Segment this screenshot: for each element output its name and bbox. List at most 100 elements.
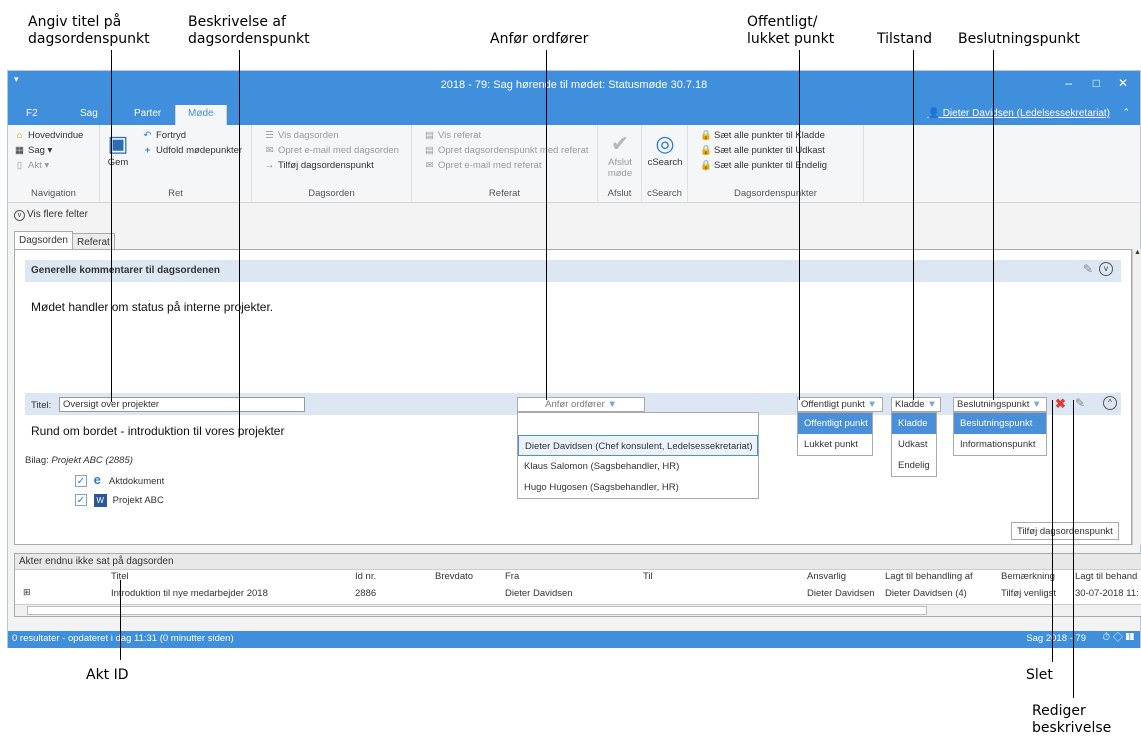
tab-parter[interactable]: Parter	[134, 108, 161, 119]
state-list: Kladde Udkast Endelig	[891, 412, 937, 477]
sag-button[interactable]: ▦ Sag ▾	[14, 145, 52, 156]
tab-mode[interactable]: Møde	[175, 105, 227, 125]
collapse-ribbon-icon[interactable]: ⌃	[1122, 107, 1130, 118]
csearch-button[interactable]: ◎ cSearch	[646, 131, 684, 168]
title-input[interactable]: Oversigt over projekter	[59, 397, 305, 412]
state-dropdown[interactable]: Kladde ▼	[891, 397, 941, 412]
edit-icon[interactable]: ✎	[1083, 262, 1093, 276]
chevron-down-icon: v	[14, 210, 25, 221]
ordforer-option[interactable]: Klaus Salomon (Sagsbehandler, HR)	[518, 456, 758, 477]
ie-document-icon: e	[93, 472, 101, 487]
decision-option[interactable]: Beslutningspunkt	[954, 413, 1046, 434]
decision-dropdown[interactable]: Beslutningspunkt ▼	[953, 397, 1047, 412]
tab-referat[interactable]: Referat	[72, 233, 115, 249]
maximize-icon[interactable]: □	[1093, 76, 1100, 90]
scroll-up-icon[interactable]: ▲	[1134, 249, 1141, 256]
ordforer-option[interactable]: Dieter Davidsen (Chef konsulent, Ledelse…	[518, 435, 758, 456]
table-cell[interactable]: Tilføj venligst	[1001, 588, 1056, 599]
attachment-row[interactable]: ✓ W Projekt ABC	[75, 494, 164, 507]
saet-endelig-button[interactable]: 🔒 Sæt alle punkter til Endelig	[700, 160, 827, 171]
checkbox[interactable]: ✓	[75, 475, 87, 487]
table-cell[interactable]: 30-07-2018 11:	[1075, 588, 1139, 599]
status-bar: 0 resultater - opdateret i dag 11:31 (0 …	[8, 631, 1140, 648]
checkbox[interactable]: ✓	[75, 494, 87, 506]
callout-titel: Angiv titel på dagsordenspunkt	[28, 14, 150, 47]
minimize-icon[interactable]: –	[1065, 76, 1072, 90]
lock-icon: 🔒	[700, 130, 712, 141]
public-dropdown[interactable]: Offentligt punkt ▼	[797, 397, 883, 412]
expand-row-icon[interactable]: ⊞	[23, 587, 31, 598]
column-header[interactable]: Id nr.	[355, 571, 376, 582]
callout-line	[1073, 400, 1074, 698]
column-header[interactable]: Lagt til behand	[1075, 571, 1137, 582]
add-agenda-item-button[interactable]: Tilføj dagsordenspunkt	[1011, 522, 1119, 540]
view-minutes-icon: ▤	[425, 130, 434, 141]
table-cell[interactable]: Dieter Davidsen (4)	[885, 588, 967, 599]
column-header[interactable]: Bemærkning	[1001, 571, 1055, 582]
tab-f2[interactable]: F2	[26, 108, 38, 119]
akter-grid: Akter endnu ikke sat på dagsorden Titel …	[14, 553, 1141, 617]
general-comment-text[interactable]: Mødet handler om status på interne proje…	[31, 300, 273, 314]
table-cell[interactable]: Introduktion til nye medarbejder 2018	[111, 588, 268, 599]
callout-slet: Slet	[1026, 667, 1053, 683]
vis-referat-button[interactable]: ▤ Vis referat	[424, 130, 481, 141]
tilfoej-dagsordenspunkt-button[interactable]: → Tilføj dagsordenspunkt	[264, 160, 374, 171]
decision-option[interactable]: Informationspunkt	[954, 434, 1046, 455]
email-dagsorden-button[interactable]: ✉ Opret e-mail med dagsorden	[264, 145, 399, 156]
user-link[interactable]: 👤 Dieter Davidsen (Ledelsessekretariat)	[927, 108, 1110, 119]
dropdown-arrow-icon: ▼	[607, 399, 617, 410]
dropdown-arrow-icon: ▼	[1032, 399, 1042, 410]
item-description[interactable]: Rund om bordet - introduktion til vores …	[31, 424, 284, 438]
ordforer-option[interactable]: Hugo Hugosen (Sagsbehandler, HR)	[518, 477, 758, 498]
group-title-dagsordenspunkter: Dagsordenspunkter	[734, 188, 817, 199]
attachment-row[interactable]: ✓ e Aktdokument	[75, 472, 164, 487]
public-option[interactable]: Offentligt punkt	[798, 413, 872, 434]
akt-button[interactable]: ▯ Akt ▾	[14, 160, 49, 171]
callout-ordforer: Anfør ordfører	[490, 31, 589, 47]
public-option[interactable]: Lukket punkt	[798, 434, 872, 455]
document-icon: ▯	[16, 160, 23, 171]
table-cell[interactable]: Dieter Davidsen	[505, 588, 573, 599]
opret-punkt-referat-button[interactable]: ▤ Opret dagsordenspunkt med referat	[424, 145, 589, 156]
state-option[interactable]: Kladde	[892, 413, 936, 434]
edit-description-icon[interactable]: ✎	[1075, 396, 1085, 410]
table-cell[interactable]: Dieter Davidsen	[807, 588, 875, 599]
collapse-icon[interactable]: v	[1099, 262, 1113, 276]
close-icon[interactable]: ✕	[1118, 76, 1128, 90]
group-dagsorden: ☰ Vis dagsorden ✉ Opret e-mail med dagsord…	[252, 125, 412, 203]
column-header[interactable]: Ansvarlig	[807, 571, 846, 582]
panel-scrollbar[interactable]: ▲ ▼	[1132, 249, 1141, 559]
saet-udkast-button[interactable]: 🔒 Sæt alle punkter til Udkast	[700, 145, 825, 156]
lock-icon: 🔒	[700, 145, 712, 156]
callout-line	[1052, 400, 1053, 662]
plus-icon: +	[144, 145, 151, 156]
udfold-button[interactable]: + Udfold mødepunkter	[142, 145, 242, 156]
column-header[interactable]: Brevdato	[435, 571, 473, 582]
column-header[interactable]: Lagt til behandling af	[885, 571, 973, 582]
email-referat-button[interactable]: ✉ Opret e-mail med referat	[424, 160, 542, 171]
horizontal-scrollbar[interactable]	[15, 604, 1141, 616]
state-option[interactable]: Udkast	[892, 434, 936, 455]
table-cell[interactable]: 2886	[355, 588, 376, 599]
general-comments-header: Generelle kommentarer til dagsordenen ✎ …	[25, 260, 1121, 282]
vis-flere-felter-toggle[interactable]: v Vis flere felter	[14, 209, 88, 221]
afslut-mode-button[interactable]: ✔ Afslut møde	[602, 131, 638, 179]
column-header[interactable]: Til	[643, 571, 653, 582]
collapse-item-icon[interactable]: ^	[1103, 396, 1117, 410]
gem-button[interactable]: ▣ Gem	[106, 131, 130, 168]
tab-sag[interactable]: Sag	[80, 108, 98, 119]
state-option[interactable]: Endelig	[892, 455, 936, 476]
delete-icon[interactable]: ✖	[1055, 396, 1066, 412]
tab-dagsorden[interactable]: Dagsorden	[14, 231, 73, 249]
ordforer-dropdown[interactable]: Anfør ordfører ▼	[517, 397, 645, 412]
saet-kladde-button[interactable]: 🔒 Sæt alle punkter til Kladde	[700, 130, 825, 141]
public-list: Offentligt punkt Lukket punkt	[797, 412, 873, 456]
column-header[interactable]: Fra	[505, 571, 519, 582]
hovedvindue-button[interactable]: ⌂ Hovedvindue	[14, 130, 84, 141]
callout-beskrivelse: Beskrivelse af dagsordenspunkt	[188, 14, 310, 47]
undo-icon: ↶	[143, 130, 152, 141]
vis-dagsorden-button[interactable]: ☰ Vis dagsorden	[264, 130, 338, 141]
scroll-thumb[interactable]	[27, 606, 927, 615]
fortryd-button[interactable]: ↶ Fortryd	[142, 130, 187, 141]
window-title: 2018 - 79: Sag hørende til mødet: Status…	[440, 79, 708, 91]
